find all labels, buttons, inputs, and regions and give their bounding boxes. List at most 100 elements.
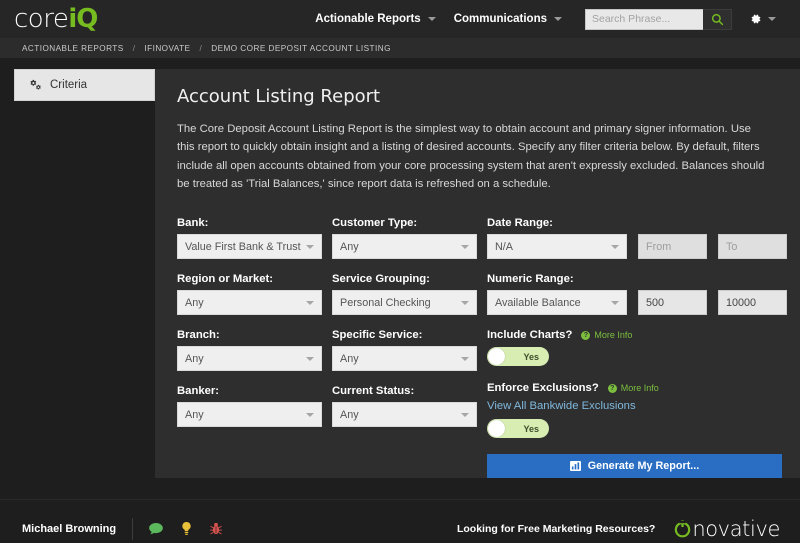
form-column-3: Date Range: N/A Numeric Range: (487, 217, 787, 479)
chevron-down-icon (611, 300, 619, 305)
select-service-grouping-value: Personal Checking (340, 296, 431, 309)
settings-menu[interactable] (738, 13, 786, 25)
breadcrumb-item-1[interactable]: IFINOVATE (144, 44, 190, 53)
breadcrumb-item-2[interactable]: DEMO CORE DEPOSIT ACCOUNT LISTING (211, 44, 391, 53)
toggle-enforce-exclusions[interactable]: Yes (487, 419, 549, 439)
power-o-icon (673, 519, 692, 538)
question-circle-icon: ? (607, 383, 617, 393)
numeric-min-input[interactable] (638, 290, 707, 316)
label-date-range: Date Range: (487, 217, 553, 230)
select-numeric-range-value: Available Balance (495, 296, 581, 309)
select-region[interactable]: Any (177, 290, 322, 316)
field-numeric-range: Numeric Range: Available Balance (487, 273, 787, 316)
include-charts-group: Include Charts? ? More Info Yes (487, 329, 787, 367)
label-specific-service: Specific Service: (332, 329, 423, 342)
generate-report-label: Generate My Report... (587, 460, 700, 473)
bar-chart-icon (569, 461, 581, 472)
search-input[interactable] (585, 8, 703, 30)
select-customer-type[interactable]: Any (332, 234, 477, 260)
select-specific-service-value: Any (340, 352, 359, 365)
breadcrumb-item-0[interactable]: ACTIONABLE REPORTS (22, 44, 124, 53)
chevron-down-icon (461, 300, 469, 305)
select-region-value: Any (185, 296, 204, 309)
field-region: Region or Market: Any (177, 273, 332, 316)
select-current-status[interactable]: Any (332, 402, 477, 428)
label-current-status: Current Status: (332, 385, 415, 398)
search-button[interactable] (703, 8, 732, 30)
top-bar: core iQ Actionable Reports Communications (0, 0, 800, 38)
field-customer-type: Customer Type: Any (332, 217, 487, 260)
generate-report-button[interactable]: Generate My Report... (487, 454, 782, 479)
nav-item-actionable-reports[interactable]: Actionable Reports (306, 13, 444, 25)
select-numeric-range[interactable]: Available Balance (487, 290, 627, 316)
toggle-include-charts[interactable]: Yes (487, 347, 549, 367)
footer-icon-group (149, 521, 222, 536)
enforce-exclusions-group: Enforce Exclusions? ? More Info View All… (487, 382, 787, 439)
breadcrumb-separator: / (199, 43, 203, 53)
select-service-grouping[interactable]: Personal Checking (332, 290, 477, 316)
chevron-down-icon (461, 244, 469, 249)
select-date-range-value: N/A (495, 240, 513, 253)
label-enforce-exclusions: Enforce Exclusions? (487, 382, 599, 395)
chevron-down-icon (461, 412, 469, 417)
footer-marketing-text: Looking for Free Marketing Resources? (456, 522, 656, 535)
nav-label-actionable-reports: Actionable Reports (315, 13, 421, 25)
chevron-down-icon (427, 17, 436, 21)
select-banker[interactable]: Any (177, 402, 322, 428)
select-bank-value: Value First Bank & Trust (185, 240, 301, 253)
enforce-exclusions-more-info[interactable]: ? More Info (607, 383, 659, 394)
chevron-down-icon (554, 17, 562, 21)
label-bank: Bank: (177, 217, 209, 230)
date-to-input[interactable] (718, 234, 787, 260)
breadcrumb: ACTIONABLE REPORTS / IFINOVATE / DEMO CO… (0, 38, 800, 58)
select-date-range[interactable]: N/A (487, 234, 627, 260)
label-include-charts: Include Charts? (487, 329, 573, 342)
label-branch: Branch: (177, 329, 220, 342)
body-row: Criteria Account Listing Report The Core… (0, 58, 800, 499)
lightbulb-icon[interactable] (181, 521, 192, 536)
cogs-icon (30, 79, 41, 90)
logo-text-primary: core (14, 4, 69, 34)
nav-label-communications: Communications (453, 13, 547, 25)
select-current-status-value: Any (340, 408, 359, 421)
numeric-max-input[interactable] (718, 290, 787, 316)
enforce-exclusions-more-info-label: More Info (620, 383, 659, 394)
select-specific-service[interactable]: Any (332, 346, 477, 372)
form-column-1: Bank: Value First Bank & Trust Region or… (177, 217, 332, 478)
chevron-down-icon (306, 356, 314, 361)
footer-divider (132, 517, 134, 540)
select-branch[interactable]: Any (177, 346, 322, 372)
include-charts-more-info[interactable]: ? More Info (581, 330, 632, 340)
search-icon (711, 13, 723, 25)
chevron-down-icon (306, 412, 314, 417)
label-region: Region or Market: (177, 273, 274, 286)
include-charts-more-info-label: More Info (594, 330, 633, 341)
nav-item-communications[interactable]: Communications (445, 13, 571, 25)
enforce-exclusions-header: Enforce Exclusions? ? More Info (487, 382, 787, 394)
date-range-row: N/A (487, 234, 787, 260)
chevron-down-icon (306, 300, 314, 305)
toggle-knob (488, 348, 505, 366)
select-banker-value: Any (185, 408, 204, 421)
main-content-panel: Account Listing Report The Core Deposit … (155, 69, 800, 479)
coreiq-logo[interactable]: core iQ (14, 4, 98, 34)
chevron-down-icon (306, 244, 314, 249)
field-bank: Bank: Value First Bank & Trust (177, 217, 332, 260)
sidebar-item-label: Criteria (50, 79, 88, 91)
chevron-down-icon (461, 356, 469, 361)
comment-icon[interactable] (149, 522, 163, 535)
label-customer-type: Customer Type: (332, 217, 418, 230)
chevron-down-icon (611, 244, 619, 249)
label-numeric-range: Numeric Range: (487, 273, 574, 286)
sidebar-item-criteria[interactable]: Criteria (14, 69, 155, 101)
footer-right: Looking for Free Marketing Resources? no… (457, 517, 780, 541)
onovative-logo[interactable]: novative (673, 517, 780, 541)
view-all-bankwide-exclusions-link[interactable]: View All Bankwide Exclusions (487, 400, 787, 412)
bug-icon[interactable] (210, 522, 222, 535)
gear-icon (751, 14, 761, 24)
date-from-input[interactable] (638, 234, 707, 260)
field-specific-service: Specific Service: Any (332, 329, 487, 372)
select-bank[interactable]: Value First Bank & Trust (177, 234, 322, 260)
toggle-knob (488, 420, 505, 438)
field-banker: Banker: Any (177, 385, 332, 428)
